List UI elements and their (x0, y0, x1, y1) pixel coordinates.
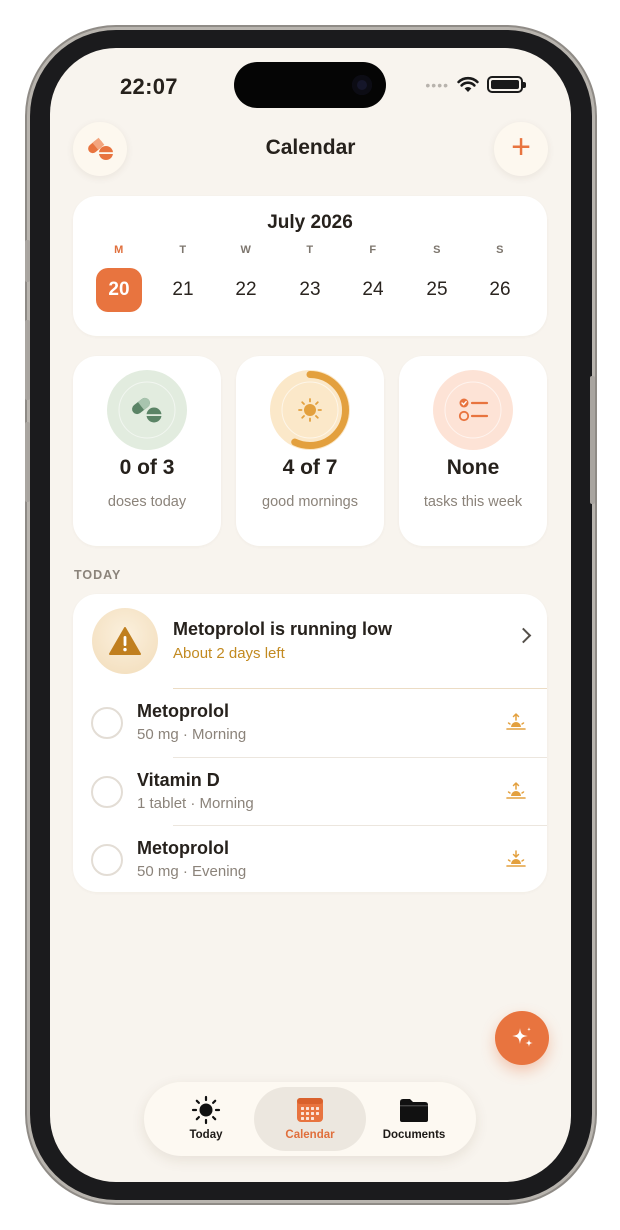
volume-up-button (25, 320, 30, 400)
stat-card-mornings[interactable]: 4 of 7 good mornings (236, 356, 384, 546)
low-supply-alert[interactable]: Metoprolol is running low About 2 days l… (73, 594, 547, 688)
dose-checkbox[interactable] (91, 776, 123, 808)
calendar-day-25[interactable]: S 25 (414, 244, 460, 312)
sun-icon (298, 398, 322, 422)
app-screen: 22:07 •••• Calendar + July 2026 M 20 T 2… (50, 48, 571, 1182)
dynamic-island (234, 62, 386, 108)
wifi-icon (457, 76, 479, 92)
stat-card-doses[interactable]: 0 of 3 doses today (73, 356, 221, 546)
day-of-week-label: T (179, 244, 187, 256)
day-number: 21 (172, 279, 194, 300)
stat-icon-circle (433, 370, 513, 450)
tab-bar: Today Calendar Documents (144, 1082, 476, 1156)
day-number: 24 (362, 279, 384, 300)
dose-detail: 50 mg · Evening (137, 863, 247, 880)
month-label: July 2026 (267, 212, 353, 233)
alert-subtitle: About 2 days left (173, 645, 285, 662)
status-indicators: •••• (425, 76, 526, 93)
assistant-button[interactable] (495, 1011, 549, 1065)
tab-today[interactable]: Today (150, 1087, 262, 1151)
dose-name: Metoprolol (137, 838, 229, 858)
chevron-right-icon (515, 627, 532, 644)
tasks-label: tasks this week (423, 494, 523, 510)
volume-down-button (25, 422, 30, 502)
status-time: 22:07 (120, 74, 178, 99)
battery-icon (487, 76, 526, 93)
mornings-value: 4 of 7 (282, 456, 338, 479)
calendar-icon (297, 1098, 323, 1122)
dose-name: Vitamin D (137, 770, 220, 790)
calendar-day-22[interactable]: W 22 (223, 244, 269, 312)
stat-icon-circle (270, 370, 350, 450)
dose-checkbox[interactable] (91, 844, 123, 876)
tab-label: Today (189, 1129, 223, 1141)
dose-row[interactable]: Vitamin D 1 tablet · Morning (73, 758, 547, 826)
mute-switch (25, 240, 30, 282)
camera-icon (352, 75, 372, 95)
day-of-week-label: S (433, 244, 441, 256)
stat-card-tasks[interactable]: None tasks this week (399, 356, 547, 546)
today-list-card: Metoprolol is running low About 2 days l… (73, 594, 547, 892)
tab-documents[interactable]: Documents (358, 1087, 470, 1151)
dose-checkbox[interactable] (91, 707, 123, 739)
day-of-week-label: T (306, 244, 314, 256)
day-of-week-label: W (240, 244, 252, 256)
day-of-week-label: S (496, 244, 504, 256)
tab-label: Calendar (285, 1129, 335, 1141)
dose-detail: 1 tablet · Morning (137, 795, 254, 812)
tab-calendar[interactable]: Calendar (254, 1087, 366, 1151)
checklist-icon (444, 381, 502, 439)
day-of-week-label: F (369, 244, 377, 256)
section-label-today: TODAY (74, 568, 122, 582)
day-number: 22 (235, 279, 257, 300)
tab-label: Documents (382, 1129, 446, 1141)
power-button (590, 376, 595, 504)
plus-icon: + (511, 128, 531, 166)
calendar-day-21[interactable]: T 21 (160, 244, 206, 312)
folder-icon (400, 1099, 428, 1122)
day-number: 26 (489, 279, 511, 300)
sunrise-icon (506, 781, 526, 799)
day-number: 23 (299, 279, 321, 300)
sparkle-icon (512, 1027, 533, 1047)
good-mornings-progress-ring (271, 371, 349, 449)
doses-label: doses today (107, 494, 187, 510)
stat-icon-circle (107, 370, 187, 450)
dose-row[interactable]: Metoprolol 50 mg · Evening (73, 826, 547, 892)
tasks-value: None (446, 456, 500, 479)
calendar-day-20[interactable]: M 20 (96, 244, 142, 312)
doses-value: 0 of 3 (119, 456, 175, 479)
sun-icon (191, 1095, 221, 1125)
dose-detail: 50 mg · Morning (137, 726, 247, 743)
calendar-day-23[interactable]: T 23 (287, 244, 333, 312)
sunrise-icon (506, 712, 526, 730)
page-title: Calendar (265, 136, 356, 159)
warning-icon (92, 608, 158, 674)
pills-icon (118, 381, 176, 439)
week-calendar-card: July 2026 M 20 T 21 W 22 T 23 F 24 S 25 … (73, 196, 547, 336)
add-button[interactable]: + (494, 122, 548, 176)
dose-name: Metoprolol (137, 701, 229, 721)
calendar-day-26[interactable]: S 26 (477, 244, 523, 312)
mornings-label: good mornings (262, 494, 358, 510)
day-number: 25 (426, 279, 448, 300)
cellular-signal-icon: •••• (425, 76, 449, 93)
calendar-day-24[interactable]: F 24 (350, 244, 396, 312)
day-of-week-label: M (114, 244, 124, 256)
day-number: 20 (96, 268, 142, 312)
dose-row[interactable]: Metoprolol 50 mg · Morning (73, 689, 547, 757)
sunset-icon (506, 850, 526, 867)
alert-title: Metoprolol is running low (173, 619, 392, 639)
